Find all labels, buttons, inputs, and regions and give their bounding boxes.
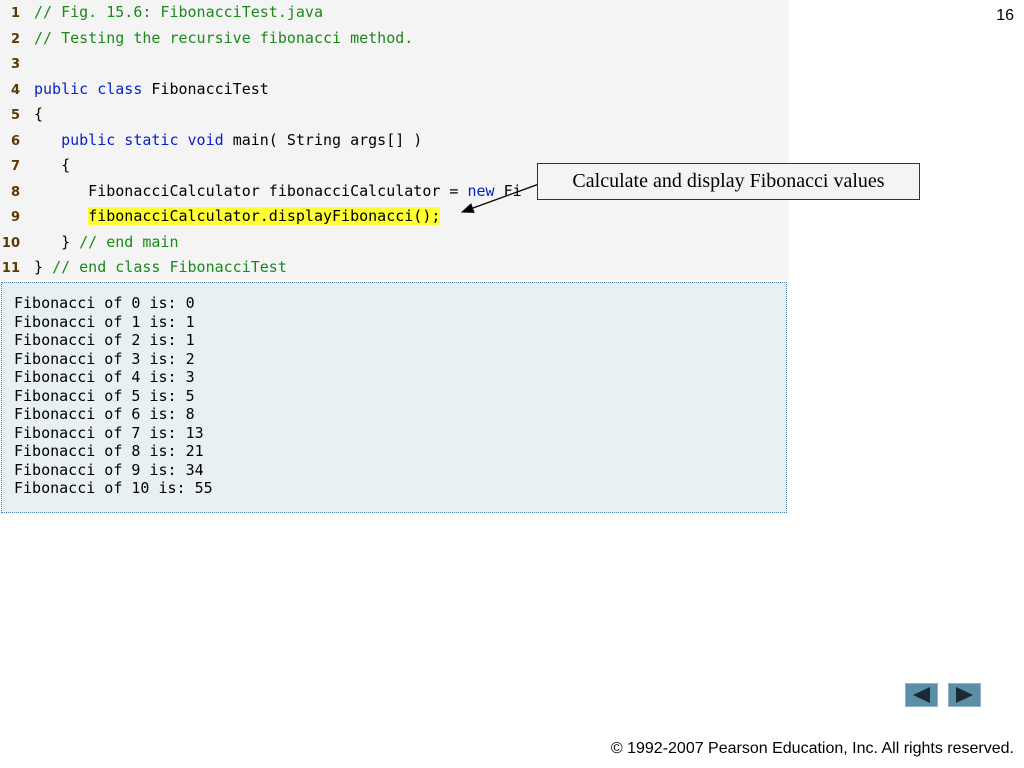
code-keyword: new	[467, 181, 504, 200]
code-line: 11} // end class FibonacciTest	[0, 255, 789, 280]
code-line: 3	[0, 51, 789, 76]
output-line: Fibonacci of 7 is: 13	[14, 423, 204, 442]
code-token: {	[34, 105, 44, 123]
code-comment: // end main	[79, 232, 179, 251]
output-line: Fibonacci of 10 is: 55	[14, 479, 213, 497]
code-text: } // end class FibonacciTest	[34, 255, 287, 280]
code-token: Fi	[503, 181, 522, 200]
code-comment: // Fig. 15.6: FibonacciTest.java	[34, 3, 323, 21]
triangle-left-icon	[913, 687, 930, 703]
slide: 1 // Fig. 15.6: FibonacciTest.java 2 // Tes…	[0, 0, 1024, 768]
code-panel: 1 // Fig. 15.6: FibonacciTest.java 2 // Tes…	[0, 0, 789, 280]
code-line: 10 } // end main	[0, 230, 789, 255]
line-number: 6	[10, 133, 20, 149]
output-panel: Fibonacci of 0 is: 0 Fibonacci of 1 is: 1…	[1, 282, 787, 513]
code-text: {	[34, 153, 70, 178]
output-line: Fibonacci of 2 is: 1	[14, 331, 195, 349]
code-token: }	[34, 232, 80, 251]
line-number: 2	[10, 31, 20, 47]
output-line: Fibonacci of 6 is: 8	[14, 405, 195, 423]
line-number: 8	[10, 184, 20, 200]
code-line: 4 public class FibonacciTest	[0, 77, 789, 102]
output-line: Fibonacci of 5 is: 5	[14, 386, 195, 405]
output-line: Fibonacci of 0 is: 0	[14, 294, 195, 312]
code-text: public static void main( String args[] )	[34, 128, 422, 153]
code-text: // Testing the recursive fibonacci metho…	[34, 26, 413, 51]
code-line: 2 // Testing the recursive fibonacci meth…	[0, 26, 789, 51]
code-text: FibonacciCalculator fibonacciCalculator …	[34, 179, 522, 204]
callout-box: Calculate and display Fibonacci values	[537, 163, 920, 200]
code-token: {	[34, 156, 71, 174]
code-line: 9 fibonacciCalculator.displayFibonacci()…	[0, 204, 789, 229]
next-slide-button[interactable]	[948, 683, 981, 707]
code-token: FibonacciTest	[151, 79, 269, 98]
code-keyword: public static void	[61, 130, 233, 149]
line-number: 1	[10, 6, 20, 21]
line-number: 3	[10, 57, 20, 72]
code-line: 1 // Fig. 15.6: FibonacciTest.java	[0, 0, 789, 25]
output-line: Fibonacci of 4 is: 3	[14, 368, 195, 386]
line-number: 7	[10, 159, 20, 174]
output-line: Fibonacci of 8 is: 21	[14, 442, 204, 460]
output-line: Fibonacci of 3 is: 2	[14, 349, 195, 368]
code-line: 6 public static void main( String args[]…	[0, 128, 789, 153]
highlighted-code: fibonacciCalculator.displayFibonacci();	[88, 207, 441, 225]
line-number: 9	[10, 210, 20, 225]
code-text: {	[34, 102, 43, 127]
line-number: 4	[10, 82, 20, 98]
code-line: 5{	[0, 102, 789, 127]
line-number: 11	[1, 261, 20, 276]
page-number: 16	[996, 7, 1014, 24]
code-token: FibonacciCalculator fibonacciCalculator …	[34, 181, 468, 200]
code-token: main( String args[] )	[232, 130, 423, 149]
code-token: }	[34, 258, 53, 276]
output-line: Fibonacci of 1 is: 1	[14, 312, 195, 331]
previous-slide-button[interactable]	[905, 683, 938, 707]
line-number: 5	[10, 108, 20, 123]
code-keyword: public class	[34, 79, 152, 98]
callout-text: Calculate and display Fibonacci values	[572, 170, 885, 192]
triangle-right-icon	[956, 687, 973, 703]
code-text: // Fig. 15.6: FibonacciTest.java	[34, 0, 323, 25]
code-comment: // Testing the recursive fibonacci metho…	[34, 28, 414, 47]
code-comment: // end class FibonacciTest	[52, 258, 287, 276]
copyright-notice: © 1992-2007 Pearson Education, Inc. All …	[610, 740, 1014, 757]
code-text: fibonacciCalculator.displayFibonacci();	[34, 204, 441, 229]
output-line: Fibonacci of 9 is: 34	[14, 460, 204, 479]
code-text: } // end main	[34, 230, 179, 255]
code-text: public class FibonacciTest	[34, 77, 269, 102]
line-number: 10	[1, 235, 20, 251]
